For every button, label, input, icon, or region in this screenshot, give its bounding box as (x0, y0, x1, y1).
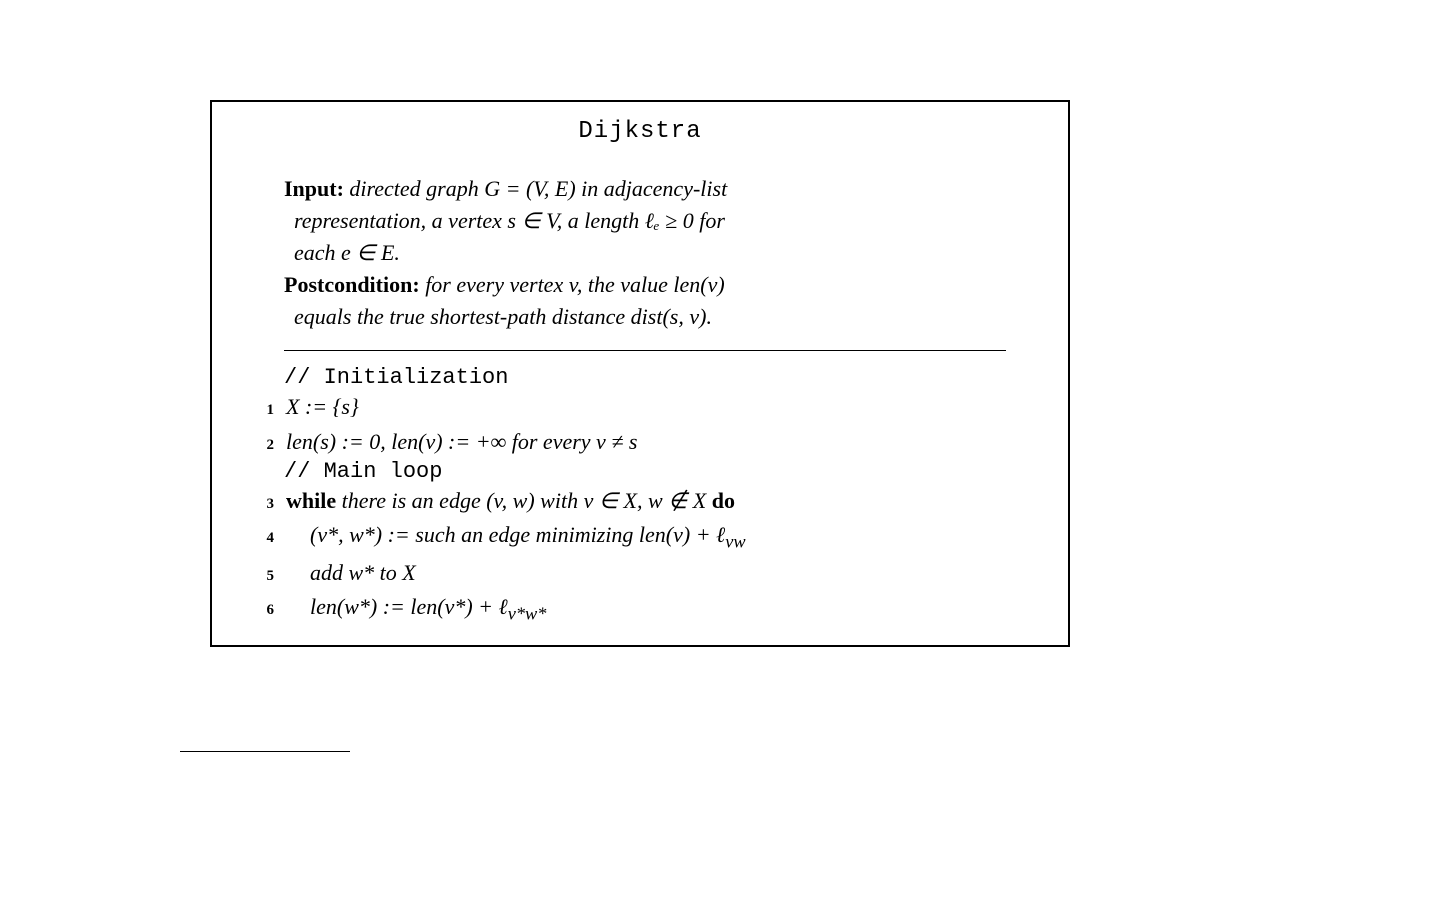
footnote-rule (180, 751, 350, 752)
line4-text-a: (v*, w*) := such an edge minimizing (310, 522, 639, 547)
code-body: add w* to X (286, 556, 1046, 590)
postcondition-label: Postcondition: (284, 272, 420, 297)
comment-main: // Main loop (284, 459, 1046, 484)
code-line-5: 5 add w* to X (242, 556, 1046, 590)
postcondition-spec: Postcondition: for every vertex v, the v… (284, 269, 1026, 301)
code-body: len(s) := 0, len(v) := +∞ for every v ≠ … (286, 425, 1046, 459)
line-number: 4 (242, 527, 274, 550)
code-line-4: 4 (v*, w*) := such an edge minimizing le… (242, 518, 1046, 556)
line-number: 6 (242, 599, 274, 622)
line4-text-b: len(v) + ℓ (639, 522, 725, 547)
input-label: Input: (284, 176, 344, 201)
input-text-line3: each e ∈ E. (294, 237, 1026, 269)
line6-text: len(w*) := len(v*) + ℓ (310, 594, 508, 619)
keyword-while: while (286, 488, 336, 513)
input-text-line2: representation, a vertex s ∈ V, a length… (294, 205, 1026, 237)
line-number: 5 (242, 565, 274, 588)
subscript-vstar-wstar: v*w* (508, 603, 547, 623)
post-text-line1: for every vertex v, the value len(v) (420, 272, 725, 297)
page: Dijkstra Input: directed graph G = (V, E… (0, 0, 1440, 900)
spec-block: Input: directed graph G = (V, E) in adja… (284, 173, 1026, 332)
code-body: X := {s} (286, 390, 1046, 424)
code-body: while there is an edge (v, w) with v ∈ X… (286, 484, 1046, 518)
line-number: 3 (242, 493, 274, 516)
algorithm-title: Dijkstra (234, 118, 1046, 145)
code-line-2: 2 len(s) := 0, len(v) := +∞ for every v … (242, 425, 1046, 459)
keyword-do: do (712, 488, 735, 513)
while-condition: there is an edge (v, w) with v ∈ X, w ∉ … (336, 488, 712, 513)
code-line-1: 1 X := {s} (242, 390, 1046, 424)
code-line-6: 6 len(w*) := len(v*) + ℓv*w* (242, 590, 1046, 628)
divider-rule (284, 350, 1006, 351)
line-number: 1 (242, 399, 274, 422)
comment-init: // Initialization (284, 365, 1046, 390)
algorithm-box: Dijkstra Input: directed graph G = (V, E… (210, 100, 1070, 647)
input-spec: Input: directed graph G = (V, E) in adja… (284, 173, 1026, 205)
line-number: 2 (242, 434, 274, 457)
input-text-line1: directed graph G = (V, E) in adjacency-l… (344, 176, 727, 201)
subscript-vw: vw (725, 531, 745, 551)
post-text-line2: equals the true shortest-path distance d… (294, 301, 1026, 333)
code-body: len(w*) := len(v*) + ℓv*w* (286, 590, 1046, 628)
code-line-3: 3 while there is an edge (v, w) with v ∈… (242, 484, 1046, 518)
code-body: (v*, w*) := such an edge minimizing len(… (286, 518, 1046, 556)
